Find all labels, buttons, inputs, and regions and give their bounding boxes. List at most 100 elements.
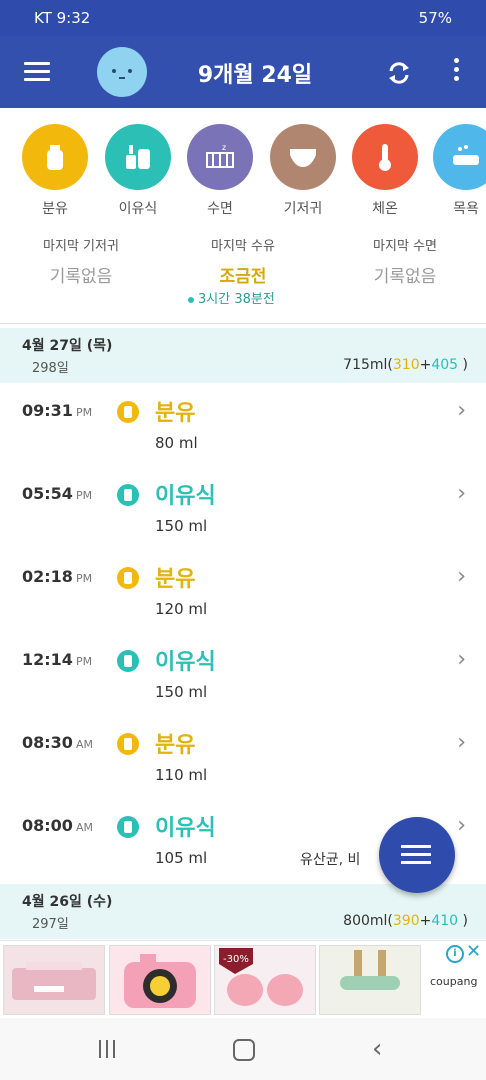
chevron-right-icon: › (457, 398, 466, 423)
bottle-icon (22, 124, 88, 190)
entry-name: 이유식 (155, 650, 216, 675)
bottle-icon (117, 401, 139, 423)
day-formula-total: 390 (392, 913, 420, 929)
bottle-icon (117, 567, 139, 589)
entry-note: 유산균, 비 (300, 852, 361, 868)
baby-food-jar-icon (117, 484, 139, 506)
day-age: 298일 (32, 361, 69, 376)
category-bath[interactable]: 목욕 (432, 124, 486, 218)
ad-product-watchband[interactable] (319, 945, 421, 1015)
entry-time: 08:00 AM (22, 816, 93, 835)
thermometer-icon (352, 124, 418, 190)
last-feed-value: 조금전 (219, 267, 267, 287)
ad-banner[interactable]: -30% i ✕ coupang (0, 940, 486, 1019)
day-food-total: 405 (431, 357, 459, 373)
chevron-right-icon: › (457, 481, 466, 506)
category-label: 기저귀 (283, 201, 323, 217)
last-sleep-title: 마지막 수면 (373, 239, 437, 254)
entry-amount: 150 ml (155, 517, 208, 535)
category-baby-food[interactable]: 이유식 (104, 124, 172, 218)
last-sleep-value: 기록없음 (373, 267, 437, 287)
category-temperature[interactable]: 체온 (351, 124, 419, 218)
last-feed-title: 마지막 수유 (211, 239, 275, 254)
category-label: 목욕 (453, 201, 479, 217)
baby-food-jar-icon (117, 816, 139, 838)
day-food-total: 410 (431, 913, 459, 929)
category-label: 체온 (372, 201, 398, 217)
last-diaper-title: 마지막 기저귀 (43, 239, 119, 254)
day-total: 715ml(310+405 ) (343, 357, 468, 373)
day-total-value: 800ml (343, 913, 388, 929)
ad-brand[interactable]: coupang (430, 975, 477, 988)
last-feed-ago-text: 3시간 38분전 (198, 292, 275, 307)
ad-product-printer[interactable] (3, 945, 105, 1015)
category-formula[interactable]: 분유 (21, 124, 89, 218)
entry-amount: 120 ml (155, 600, 208, 618)
ad-product-piggy[interactable]: -30% (214, 945, 316, 1015)
day-date: 4월 26일 (수) (22, 894, 113, 910)
entry-amount: 110 ml (155, 766, 208, 784)
day-total: 800ml(390+410 ) (343, 913, 468, 929)
battery-level: 57% (418, 9, 452, 27)
status-carrier-time: KT 9:32 (34, 9, 91, 27)
crib-icon: z (187, 124, 253, 190)
avatar[interactable] (97, 47, 147, 97)
entry-amount: 105 ml (155, 849, 208, 867)
bathtub-icon (433, 124, 486, 190)
list-item[interactable]: 02:18 PM 분유 120 ml › (0, 549, 486, 632)
entry-time: 09:31 PM (22, 401, 93, 420)
entry-amount: 150 ml (155, 683, 208, 701)
more-options-icon[interactable] (444, 58, 468, 88)
ad-info-icon[interactable]: i (446, 945, 464, 963)
entry-name: 이유식 (155, 484, 216, 509)
ad-product-camera[interactable] (109, 945, 211, 1015)
entry-time: 02:18 PM (22, 567, 93, 586)
category-label: 수면 (207, 201, 233, 217)
list-item[interactable]: 08:30 AM 분유 110 ml › (0, 715, 486, 798)
chevron-right-icon: › (457, 730, 466, 755)
back-icon[interactable]: ‹ (372, 1034, 382, 1064)
recent-apps-icon[interactable] (99, 1040, 120, 1062)
chevron-right-icon: › (457, 647, 466, 672)
day-date: 4월 27일 (목) (22, 338, 113, 354)
list-menu-fab[interactable] (379, 817, 455, 893)
chevron-right-icon: › (457, 564, 466, 589)
day-header: 4월 27일 (목) 298일 715ml(310+405 ) (0, 328, 486, 383)
system-nav-bar: ‹ (0, 1018, 486, 1080)
diaper-icon (270, 124, 336, 190)
category-label: 이유식 (118, 201, 158, 217)
home-icon[interactable] (233, 1039, 255, 1061)
list-item[interactable]: 09:31 PM 분유 80 ml › (0, 383, 486, 466)
day-age: 297일 (32, 917, 69, 932)
entry-name: 분유 (155, 401, 196, 426)
entry-amount: 80 ml (155, 434, 198, 452)
entry-name: 분유 (155, 733, 196, 758)
category-sleep[interactable]: z 수면 (186, 124, 254, 218)
baby-food-jar-icon (117, 650, 139, 672)
entry-name: 분유 (155, 567, 196, 592)
last-diaper-value: 기록없음 (49, 267, 113, 287)
menu-icon[interactable] (24, 62, 50, 82)
category-diaper[interactable]: 기저귀 (269, 124, 337, 218)
app-bar: 9개월 24일 (0, 36, 486, 108)
last-diaper[interactable]: 마지막 기저귀 기록없음 (0, 235, 162, 287)
sync-icon[interactable] (384, 58, 414, 88)
day-total-value: 715ml (343, 357, 388, 373)
close-icon[interactable]: ✕ (466, 941, 481, 962)
entry-time: 05:54 PM (22, 484, 93, 503)
svg-text:z: z (222, 143, 226, 152)
last-feed-elapsed: 3시간 38분전 (188, 288, 275, 307)
baby-food-jar-icon (105, 124, 171, 190)
list-item[interactable]: 05:54 PM 이유식 150 ml › (0, 466, 486, 549)
last-sleep[interactable]: 마지막 수면 기록없음 (324, 235, 486, 287)
page-title: 9개월 24일 (197, 63, 313, 88)
entry-time: 08:30 AM (22, 733, 93, 752)
list-item[interactable]: 12:14 PM 이유식 150 ml › (0, 632, 486, 715)
last-feed[interactable]: 마지막 수유 조금전 (162, 235, 324, 287)
ad-discount: -30% (223, 954, 249, 965)
category-bar: 분유 이유식 z 수면 기저귀 체온 목욕 마지막 기저귀 기록없음 마지막 수… (0, 108, 486, 324)
entry-time: 12:14 PM (22, 650, 93, 669)
chevron-right-icon: › (457, 813, 466, 838)
status-bar: KT 9:32 57% (0, 0, 486, 36)
day-formula-total: 310 (392, 357, 420, 373)
